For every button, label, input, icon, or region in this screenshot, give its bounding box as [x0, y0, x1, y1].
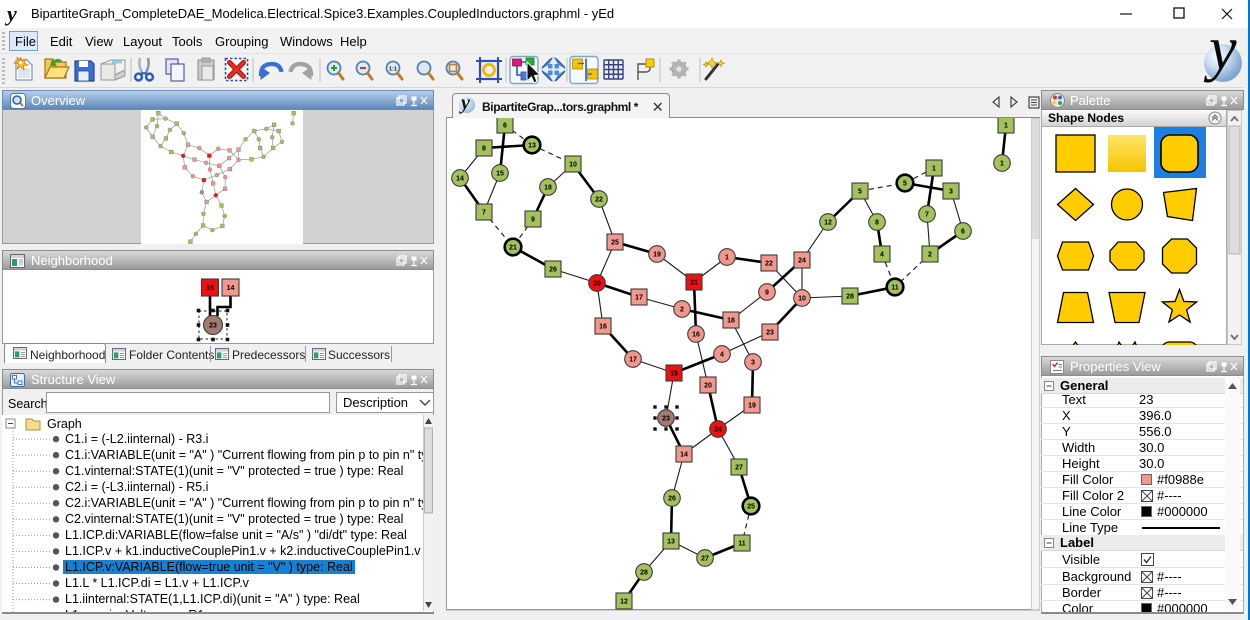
svg-text:16: 16: [692, 331, 700, 338]
svg-text:11: 11: [891, 284, 899, 291]
svg-text:20: 20: [704, 382, 712, 389]
svg-text:22: 22: [595, 196, 603, 203]
svg-text:24: 24: [798, 257, 806, 264]
svg-text:15: 15: [206, 285, 214, 292]
svg-text:25: 25: [747, 503, 755, 510]
svg-text:14: 14: [227, 285, 235, 292]
svg-text:19: 19: [748, 402, 756, 409]
svg-text:7: 7: [482, 209, 486, 216]
svg-text:7: 7: [925, 211, 929, 218]
svg-text:23: 23: [766, 329, 774, 336]
svg-text:26: 26: [549, 266, 557, 273]
svg-text:1: 1: [932, 165, 936, 172]
svg-text:12: 12: [824, 219, 832, 226]
svg-text:20: 20: [593, 280, 601, 287]
svg-text:3: 3: [751, 359, 755, 366]
svg-text:21: 21: [509, 244, 517, 251]
svg-text:25: 25: [611, 239, 619, 246]
svg-text:13: 13: [667, 538, 675, 545]
svg-text:10: 10: [569, 161, 577, 168]
svg-text:6: 6: [503, 122, 507, 129]
svg-text:18: 18: [727, 317, 735, 324]
svg-text:8: 8: [482, 145, 486, 152]
svg-text:19: 19: [653, 251, 661, 258]
svg-text:18: 18: [544, 184, 552, 191]
svg-text:1:1: 1:1: [389, 67, 397, 73]
svg-text:23: 23: [209, 323, 217, 330]
svg-text:4: 4: [880, 251, 884, 258]
svg-text:10: 10: [798, 295, 806, 302]
svg-text:2: 2: [928, 251, 932, 258]
svg-text:28: 28: [640, 569, 648, 576]
svg-text:11: 11: [738, 540, 746, 547]
svg-text:8: 8: [875, 219, 879, 226]
svg-text:17: 17: [635, 294, 643, 301]
svg-text:12: 12: [620, 598, 628, 605]
svg-text:13: 13: [528, 142, 536, 149]
svg-text:1: 1: [1000, 160, 1004, 167]
svg-text:6: 6: [961, 228, 965, 235]
svg-text:15: 15: [670, 370, 678, 377]
svg-text:5: 5: [903, 180, 907, 187]
svg-text:4: 4: [720, 351, 724, 358]
svg-text:9: 9: [765, 289, 769, 296]
svg-text:15: 15: [496, 170, 504, 177]
svg-text:27: 27: [701, 555, 709, 562]
svg-text:24: 24: [714, 426, 722, 433]
svg-text:22: 22: [765, 260, 773, 267]
svg-text:9: 9: [531, 216, 535, 223]
svg-text:3: 3: [949, 188, 953, 195]
svg-text:28: 28: [846, 293, 854, 300]
svg-text:1: 1: [725, 254, 729, 261]
svg-text:5: 5: [858, 188, 862, 195]
svg-text:23: 23: [662, 415, 670, 422]
svg-text:2: 2: [680, 306, 684, 313]
svg-text:1: 1: [1004, 122, 1008, 129]
svg-text:21: 21: [690, 279, 698, 286]
svg-text:17: 17: [629, 356, 637, 363]
svg-text:14: 14: [456, 175, 464, 182]
svg-text:27: 27: [735, 464, 743, 471]
svg-text:14: 14: [680, 451, 688, 458]
svg-text:26: 26: [668, 495, 676, 502]
svg-text:16: 16: [599, 323, 607, 330]
